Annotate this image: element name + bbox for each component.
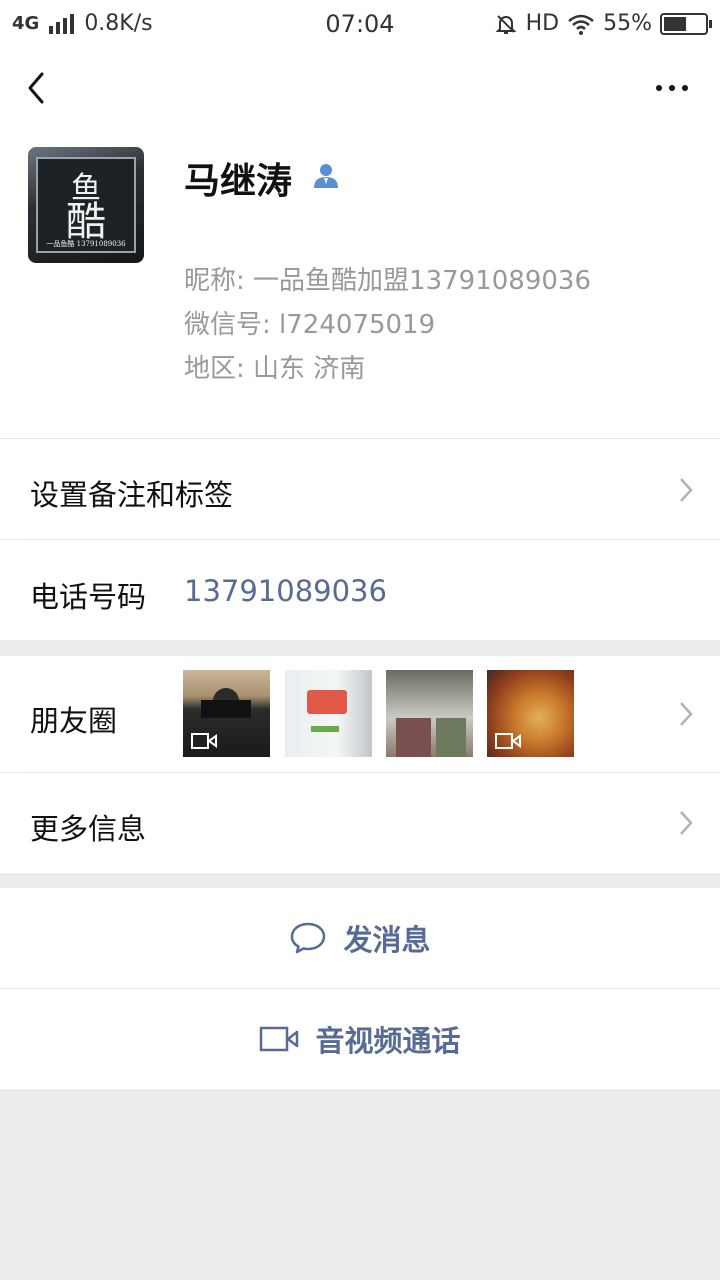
video-camera-icon xyxy=(260,1026,299,1052)
avatar-sign-image: 鱼 酷 一品鱼酷 13791089036 xyxy=(36,157,136,253)
moment-thumbnail-1[interactable] xyxy=(183,670,270,757)
hd-indicator: HD xyxy=(525,11,560,36)
wechat-id: 微信号: l724075019 xyxy=(184,310,436,340)
chevron-right-icon xyxy=(680,478,693,502)
chat-bubble-icon xyxy=(291,922,326,954)
moment-thumbnail-2[interactable] xyxy=(285,670,372,757)
phone-row[interactable]: 电话号码 13791089036 xyxy=(0,540,720,640)
more-options-button[interactable] xyxy=(648,76,696,100)
chevron-right-icon xyxy=(680,811,693,835)
status-bar: 4G 0.8K/s 07:04 HD 55% xyxy=(0,0,720,50)
remark-tags-label: 设置备注和标签 xyxy=(30,478,234,512)
wifi-icon xyxy=(568,14,594,35)
moment-thumbnail-4[interactable] xyxy=(487,670,574,757)
more-info-label: 更多信息 xyxy=(30,812,147,846)
moment-thumbnail-3[interactable] xyxy=(386,670,473,757)
battery-icon xyxy=(660,12,712,35)
send-message-label: 发消息 xyxy=(343,923,431,957)
video-badge-icon xyxy=(191,733,217,749)
moments-label: 朋友圈 xyxy=(30,704,118,738)
region: 地区: 山东 济南 xyxy=(184,354,366,384)
avatar[interactable]: 鱼 酷 一品鱼酷 13791089036 xyxy=(28,147,144,263)
phone-number-link[interactable]: 13791089036 xyxy=(184,574,387,608)
more-info-row[interactable]: 更多信息 xyxy=(0,773,720,873)
bell-muted-icon xyxy=(495,14,517,34)
chevron-right-icon xyxy=(680,702,693,726)
video-call-button[interactable]: 音视频通话 xyxy=(0,989,720,1089)
send-message-button[interactable]: 发消息 xyxy=(0,888,720,988)
contact-name: 马继涛 xyxy=(184,161,293,202)
avatar-caption: 一品鱼酷 13791089036 xyxy=(46,240,126,248)
contact-person-icon xyxy=(314,164,338,188)
video-badge-icon xyxy=(495,733,521,749)
phone-label: 电话号码 xyxy=(30,580,147,614)
back-button[interactable] xyxy=(18,66,58,110)
nickname: 昵称: 一品鱼酷加盟13791089036 xyxy=(184,266,591,296)
remark-tags-row[interactable]: 设置备注和标签 xyxy=(0,439,720,539)
video-call-label: 音视频通话 xyxy=(315,1024,461,1058)
battery-percent: 55% xyxy=(603,11,652,36)
